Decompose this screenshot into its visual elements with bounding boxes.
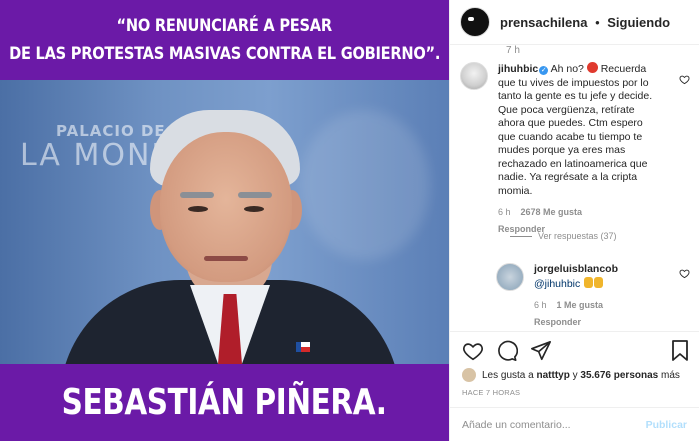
publish-button[interactable]: Publicar [646, 419, 687, 431]
reply-mention[interactable]: @jihuhbic [534, 278, 580, 290]
post-time-ago[interactable]: HACE 7 HORAS [462, 388, 520, 397]
post-actions: Les gusta a natttyp y 35.676 personas má… [450, 331, 699, 401]
comment-meta: 6 h 2678 Me gusta [498, 206, 660, 220]
reply-time: 6 h [534, 300, 547, 310]
fist-emoji-icon [584, 276, 594, 288]
likes-user[interactable]: natttyp [536, 370, 569, 381]
header-separator: • [595, 14, 600, 30]
commenter-avatar[interactable] [460, 62, 488, 90]
instagram-post: “NO RENUNCIARÉ A PESAR DE LAS PROTESTAS … [0, 0, 699, 441]
post-image[interactable]: “NO RENUNCIARÉ A PESAR DE LAS PROTESTAS … [0, 0, 449, 441]
likes-summary[interactable]: Les gusta a natttyp y 35.676 personas má… [462, 368, 680, 382]
header-text: prensachilena • Siguiendo [500, 15, 670, 30]
comment-time: 6 h [498, 207, 511, 217]
comment-item: jihuhbic ✓ Ah no? Recuerda que tu vives d… [460, 62, 690, 236]
portrait-photo: PALACIO DE LA MONE [0, 80, 449, 364]
replies-line [510, 235, 532, 237]
liker-avatar [462, 368, 476, 382]
comment-username[interactable]: jihuhbic [498, 63, 538, 75]
eyebrow-left [180, 192, 214, 198]
reply-text: jorgeluisblancob @jihuhbic [534, 263, 674, 291]
author-avatar[interactable] [460, 7, 490, 37]
reply-like-heart-icon[interactable] [679, 268, 690, 279]
likes-prefix: Les gusta a [482, 369, 537, 381]
comment-text-rest: Recuerda que tu vives de impuestos por l… [498, 63, 653, 197]
heart-icon[interactable] [462, 340, 484, 362]
likes-suffix: más [658, 369, 680, 381]
eyebrow-right [238, 192, 272, 198]
comments-list[interactable]: 7 h jihuhbic ✓ Ah no? Recuerda que tu viv… [450, 45, 699, 331]
view-replies-label: Ver respuestas (37) [538, 231, 617, 241]
reply-reply-button[interactable]: Responder [534, 316, 674, 330]
headline-line-1: “NO RENUNCIARÉ A PESAR [116, 16, 333, 36]
author-username[interactable]: prensachilena [500, 15, 587, 30]
comment-text-start: Ah no? [550, 63, 587, 75]
follow-status-button[interactable]: Siguiendo [607, 15, 670, 30]
share-icon[interactable] [530, 340, 552, 362]
post-header: prensachilena • Siguiendo [450, 0, 699, 45]
flag-pin-icon [296, 342, 310, 352]
add-comment-bar: Publicar [450, 407, 699, 441]
reply-username[interactable]: jorgeluisblancob [534, 263, 618, 275]
comment-likes[interactable]: 2678 Me gusta [521, 206, 583, 220]
likes-count[interactable]: 35.676 personas [580, 370, 658, 381]
comment-icon[interactable] [496, 340, 518, 362]
name-band: SEBASTIÁN PIÑERA. [0, 364, 449, 441]
previous-comment-time: 7 h [506, 45, 520, 56]
likes-text: Les gusta a natttyp y 35.676 personas má… [482, 370, 680, 381]
action-icons [462, 340, 552, 362]
eye-left [188, 206, 208, 212]
comment-text: jihuhbic ✓ Ah no? Recuerda que tu vives d… [498, 62, 660, 198]
headline-line-2: DE LAS PROTESTAS MASIVAS CONTRA EL GOBIE… [8, 44, 441, 64]
reply-avatar[interactable] [496, 263, 524, 291]
view-replies-button[interactable]: Ver respuestas (37) [510, 231, 617, 241]
reply-likes[interactable]: 1 Me gusta [557, 299, 604, 313]
likes-middle: y [569, 369, 581, 381]
comment-input[interactable] [462, 418, 646, 431]
verified-badge-icon: ✓ [539, 66, 549, 75]
headline-band: “NO RENUNCIARÉ A PESAR DE LAS PROTESTAS … [0, 0, 449, 80]
reply-meta: 6 h 1 Me gusta [534, 299, 674, 313]
background-blur [300, 110, 430, 260]
bookmark-icon[interactable] [671, 340, 689, 362]
eye-right [244, 206, 264, 212]
comment-like-heart-icon[interactable] [679, 74, 690, 85]
caption-name: SEBASTIÁN PIÑERA. [62, 382, 387, 423]
comment-body: jihuhbic ✓ Ah no? Recuerda que tu vives d… [498, 62, 660, 236]
side-panel: prensachilena • Siguiendo 7 h jihuhbic ✓ … [449, 0, 699, 441]
fist-emoji-icon [594, 276, 604, 288]
mouth [204, 256, 248, 261]
reply-item: jorgeluisblancob @jihuhbic 6 h 1 Me gust… [496, 263, 690, 329]
reply-body: jorgeluisblancob @jihuhbic 6 h 1 Me gust… [534, 263, 674, 329]
angry-face-emoji-icon [586, 62, 598, 73]
